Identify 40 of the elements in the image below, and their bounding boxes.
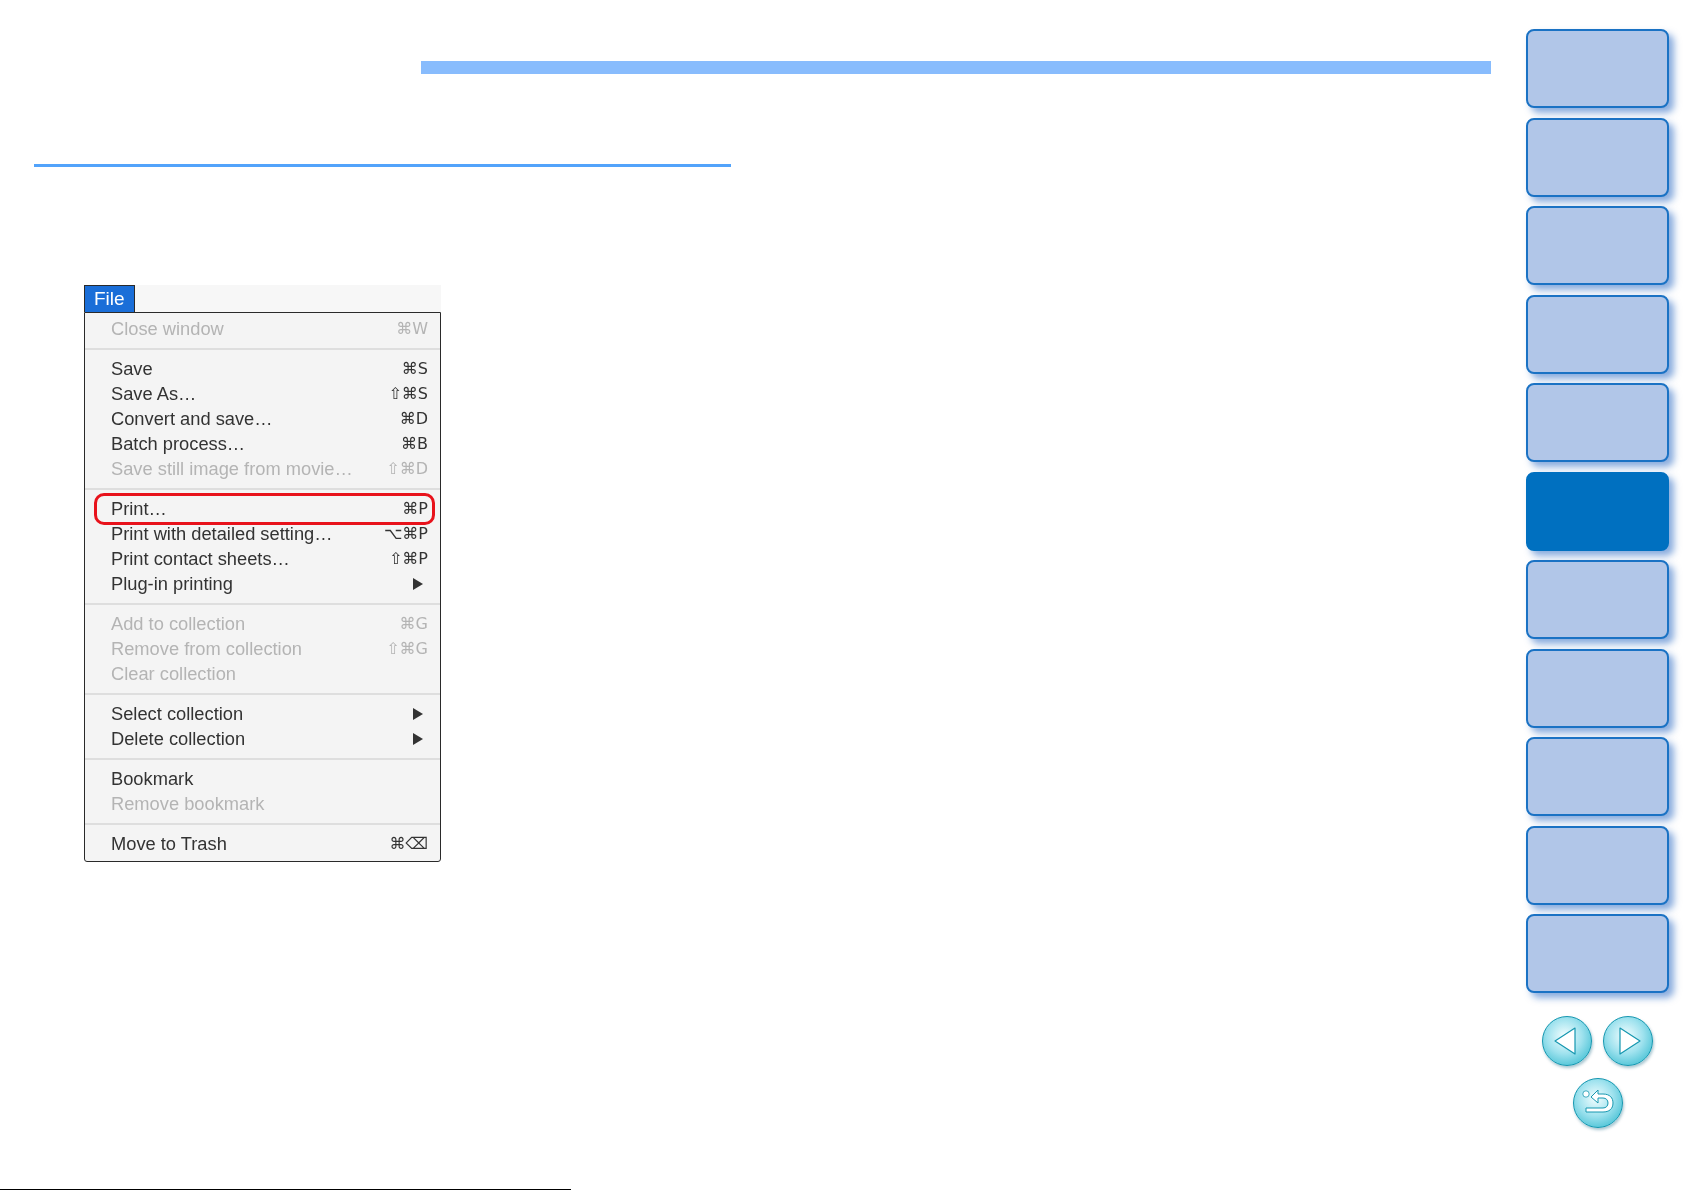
menu-item[interactable]: Select collection — [85, 701, 440, 726]
nav-tab[interactable] — [1526, 117, 1669, 197]
nav-tab[interactable] — [1526, 294, 1669, 374]
menu-item[interactable]: Print with detailed setting… ⌥⌘P — [85, 521, 440, 546]
menu-item[interactable]: Save As… ⇧⌘S — [85, 381, 440, 406]
next-page-button[interactable] — [1603, 1016, 1653, 1066]
shortcut-text: ⌘⌫ — [389, 832, 428, 855]
shortcut-text: ⇧⌘S — [388, 382, 428, 405]
shortcut-text: ⇧⌘P — [388, 547, 428, 570]
nav-tab[interactable] — [1526, 383, 1669, 462]
shortcut-text: ⌘D — [399, 407, 428, 430]
menu-item[interactable]: Print… ⌘P — [85, 496, 440, 521]
return-button[interactable] — [1572, 1078, 1623, 1128]
left-triangle-icon — [1554, 1027, 1576, 1055]
nav-tab[interactable] — [1526, 737, 1669, 816]
shortcut-text: ⌘P — [402, 497, 428, 520]
shortcut-text: ⌘W — [396, 317, 428, 340]
menu-title[interactable]: File — [84, 285, 135, 312]
nav-tab[interactable] — [1526, 648, 1669, 728]
menu-item[interactable]: Bookmark — [85, 766, 440, 791]
previous-page-button[interactable] — [1542, 1016, 1592, 1066]
menu-item[interactable]: Print contact sheets… ⇧⌘P — [85, 546, 440, 571]
right-triangle-icon — [1619, 1027, 1641, 1055]
menu-item[interactable]: Plug-in printing — [85, 571, 440, 596]
shortcut-text: ⌘G — [399, 612, 428, 635]
nav-tab[interactable] — [1526, 825, 1669, 905]
nav-tab[interactable] — [1526, 206, 1669, 285]
menu-item[interactable]: Save ⌘S — [85, 356, 440, 381]
shortcut-text: ⌥⌘P — [383, 522, 428, 545]
menu-item[interactable]: Move to Trash ⌘⌫ — [85, 831, 440, 856]
nav-tab[interactable] — [1526, 29, 1669, 108]
nav-tab[interactable] — [1526, 914, 1669, 993]
shortcut-text: ⌘S — [401, 357, 428, 380]
shortcut-text: ⇧⌘G — [386, 637, 428, 660]
shortcut-text: ⌘B — [401, 432, 428, 455]
nav-tab[interactable] — [1526, 560, 1669, 639]
menu-item[interactable]: Batch process… ⌘B — [85, 431, 440, 456]
menu-item[interactable]: Delete collection — [85, 726, 440, 751]
menu-item[interactable]: Convert and save… ⌘D — [85, 406, 440, 431]
shortcut-text: ⇧⌘D — [386, 457, 428, 480]
